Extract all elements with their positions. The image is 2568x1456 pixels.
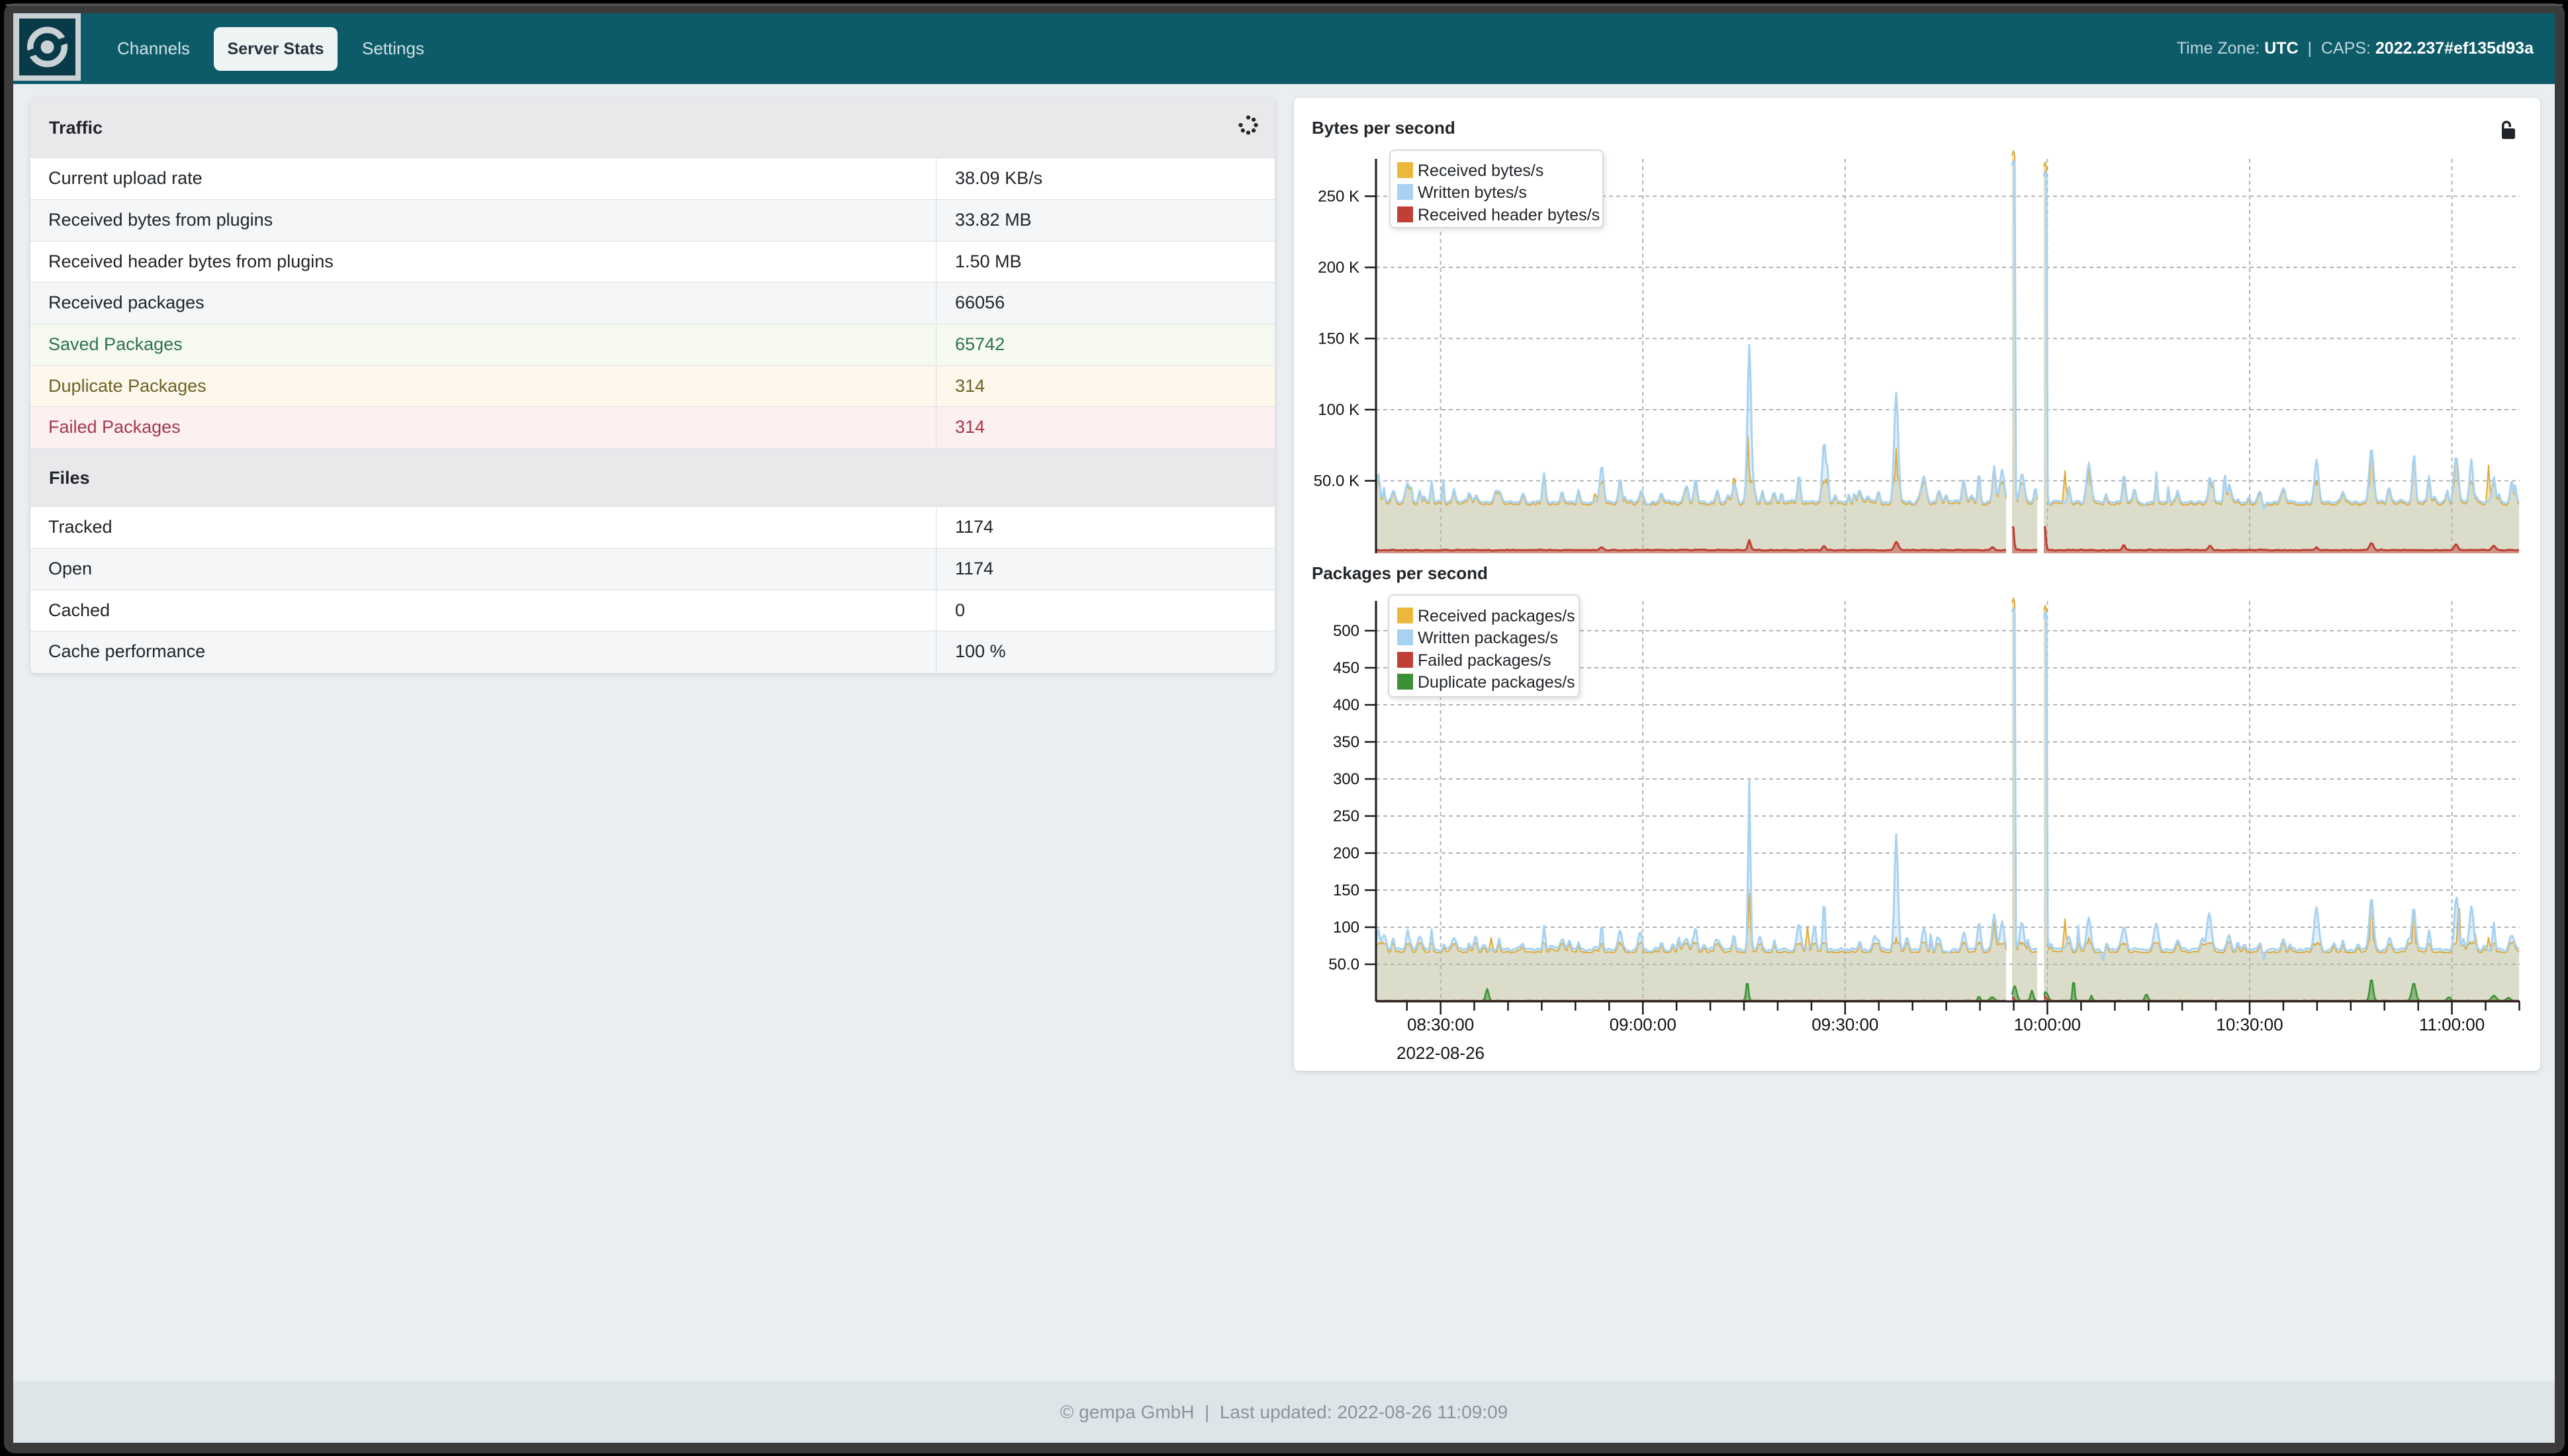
svg-text:50.0: 50.0 xyxy=(1328,956,1359,974)
svg-text:09:00:00: 09:00:00 xyxy=(1610,1015,1676,1034)
svg-text:11:00:00: 11:00:00 xyxy=(2419,1015,2485,1034)
svg-text:2022-08-26: 2022-08-26 xyxy=(1397,1043,1485,1063)
svg-text:300: 300 xyxy=(1333,770,1359,788)
svg-text:350: 350 xyxy=(1333,733,1359,751)
svg-text:08:30:00: 08:30:00 xyxy=(1407,1015,1474,1034)
svg-text:400: 400 xyxy=(1333,696,1359,714)
svg-text:450: 450 xyxy=(1333,659,1359,677)
svg-text:10:30:00: 10:30:00 xyxy=(2216,1015,2283,1034)
svg-text:100 K: 100 K xyxy=(1318,401,1359,419)
svg-text:100: 100 xyxy=(1333,919,1359,936)
svg-text:50.0 K: 50.0 K xyxy=(1314,473,1359,490)
svg-text:09:30:00: 09:30:00 xyxy=(1811,1015,1878,1034)
svg-text:250 K: 250 K xyxy=(1318,188,1359,206)
svg-text:500: 500 xyxy=(1333,622,1359,640)
svg-text:150 K: 150 K xyxy=(1318,330,1359,348)
svg-text:200 K: 200 K xyxy=(1318,259,1359,277)
svg-text:10:00:00: 10:00:00 xyxy=(2014,1015,2081,1034)
svg-text:200: 200 xyxy=(1333,844,1359,862)
svg-text:150: 150 xyxy=(1333,882,1359,899)
svg-text:250: 250 xyxy=(1333,807,1359,825)
